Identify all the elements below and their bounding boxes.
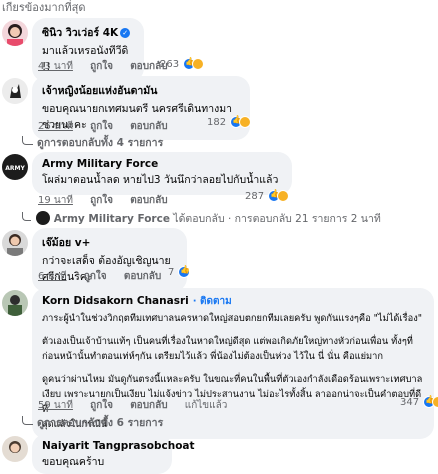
view-replies-link[interactable]: ดูการตอบกลับทั้ง 4 รายการ xyxy=(22,134,163,151)
avatar[interactable] xyxy=(2,78,28,104)
reaction-summary[interactable]: 7 xyxy=(168,265,191,278)
comment-bubble: Army Military Force โผล่มาตอนน้ำลด หายไป… xyxy=(32,152,292,195)
author-name[interactable]: Korn Didsakorn Chanasri xyxy=(42,295,189,307)
reply-button[interactable]: ตอบกลับ xyxy=(130,400,167,411)
comment-time[interactable]: 26 นาที xyxy=(38,121,73,132)
view-replies-label[interactable]: ดูการตอบกลับทั้ง 6 รายการ xyxy=(37,417,163,429)
comment-line: ตัวเองเป็นเจ้าบ้านแท้ๆ เป็นคนที่เรื่องใน… xyxy=(42,336,413,347)
avatar[interactable] xyxy=(2,290,28,316)
comment-line: ก่อนหน้านั้นทำตอนเท่ห์ๆกัน เตรียมไว้แล้ว… xyxy=(42,351,384,362)
like-button[interactable]: ถูกใจ xyxy=(90,400,113,411)
comment-author[interactable]: เจ๊ม้อย v+ xyxy=(42,234,177,251)
haha-reaction-icon xyxy=(432,396,438,408)
reply-arrow-icon xyxy=(22,135,33,145)
reply-action: ได้ตอบกลับ xyxy=(173,213,225,225)
author-name[interactable]: ซินิว วิวเว่อร์ 4K xyxy=(42,27,118,39)
comment-line: ภาระผู้นำในช่วงวิกฤตทีมเทศบาลนครหาดใหญ่ส… xyxy=(42,313,423,324)
reaction-count: 347 xyxy=(400,396,420,408)
like-button[interactable]: ถูกใจ xyxy=(90,121,113,132)
reaction-count: 287 xyxy=(245,190,265,202)
reaction-count: 182 xyxy=(207,116,227,128)
latest-reply-preview[interactable]: Army Military Force ได้ตอบกลับ · การตอบก… xyxy=(22,208,381,227)
haha-reaction-icon xyxy=(192,58,205,70)
comment-author[interactable]: ซินิว วิวเว่อร์ 4K ✓ xyxy=(42,24,134,41)
view-replies-label[interactable]: ดูการตอบกลับทั้ง 4 รายการ xyxy=(37,137,163,149)
reaction-summary[interactable]: 182 xyxy=(207,115,252,128)
avatar[interactable] xyxy=(2,230,28,256)
comment-time[interactable]: 59 นาที xyxy=(38,400,73,411)
like-button[interactable]: ถูกใจ xyxy=(90,61,113,72)
comment-time[interactable]: 19 นาที xyxy=(38,195,73,206)
verified-badge-icon: ✓ xyxy=(120,28,131,38)
haha-reaction-icon xyxy=(239,116,252,128)
avatar[interactable] xyxy=(2,436,28,462)
like-button[interactable]: ถูกใจ xyxy=(90,195,113,206)
reply-arrow-icon xyxy=(22,211,31,221)
comment-bubble: Naiyarit Tangprasobchoat ขอบคุณคร้าบ xyxy=(32,434,195,474)
comment-meta: 26 นาที ถูกใจ ตอบกลับ xyxy=(38,119,182,134)
comment-author[interactable]: เจ้าหญิงน้อยแห่งอันดามัน xyxy=(42,82,240,99)
like-reaction-icon xyxy=(178,265,191,278)
edited-label: แก้ไขแล้ว xyxy=(184,400,228,411)
reaction-count: 7 xyxy=(168,266,175,278)
avatar[interactable] xyxy=(2,20,28,46)
comment-meta: 19 นาที ถูกใจ ตอบกลับ xyxy=(38,193,182,208)
svg-text:ARMY: ARMY xyxy=(5,165,25,172)
reply-button[interactable]: ตอบกลับ xyxy=(130,121,167,132)
comment-time[interactable]: 6 นาที xyxy=(38,271,67,282)
follow-button[interactable]: · ติดตาม xyxy=(193,296,232,307)
comment-author[interactable]: Korn Didsakorn Chanasri · ติดตาม xyxy=(42,294,424,309)
sort-label[interactable]: เกียรข้องมากที่สุด xyxy=(2,0,85,16)
comment-time[interactable]: 43 นาที xyxy=(38,61,73,72)
reply-button[interactable]: ตอบกลับ xyxy=(130,195,167,206)
reply-button[interactable]: ตอบกลับ xyxy=(124,271,161,282)
comment-author[interactable]: Naiyarit Tangprasobchoat xyxy=(42,440,195,452)
like-button[interactable]: ถูกใจ xyxy=(84,271,107,282)
reaction-count: 263 xyxy=(160,58,180,70)
reaction-summary[interactable]: 263 xyxy=(160,57,205,70)
comment-text: ขอบคุณคร้าบ xyxy=(42,456,105,468)
reply-arrow-icon xyxy=(22,415,33,425)
reply-summary[interactable]: · การตอบกลับ 21 รายการ xyxy=(228,213,347,225)
haha-reaction-icon xyxy=(277,190,290,202)
comment-line: ดูคนว่าผ่านไหม มันดูกันตรงนี้แหละครับ ใน… xyxy=(42,374,423,385)
reply-avatar[interactable] xyxy=(36,211,51,225)
comment-meta: 6 นาที ถูกใจ ตอบกลับ xyxy=(38,269,175,284)
reply-author[interactable]: Army Military Force xyxy=(54,213,170,225)
comment-author[interactable]: Army Military Force xyxy=(42,158,282,170)
reaction-summary[interactable]: 287 xyxy=(245,189,290,202)
avatar[interactable]: ARMY xyxy=(2,154,28,180)
reaction-summary[interactable]: 347 xyxy=(400,395,438,408)
comment-meta: 59 นาที ถูกใจ ตอบกลับ แก้ไขแล้ว xyxy=(38,398,241,413)
view-replies-link[interactable]: ดูการตอบกลับทั้ง 6 รายการ xyxy=(22,414,163,431)
reply-time: 2 นาที xyxy=(350,213,381,225)
comment-text: โผล่มาตอนน้ำลด หายไป3 วันนึกว่าลอยไปกับน… xyxy=(42,174,279,186)
